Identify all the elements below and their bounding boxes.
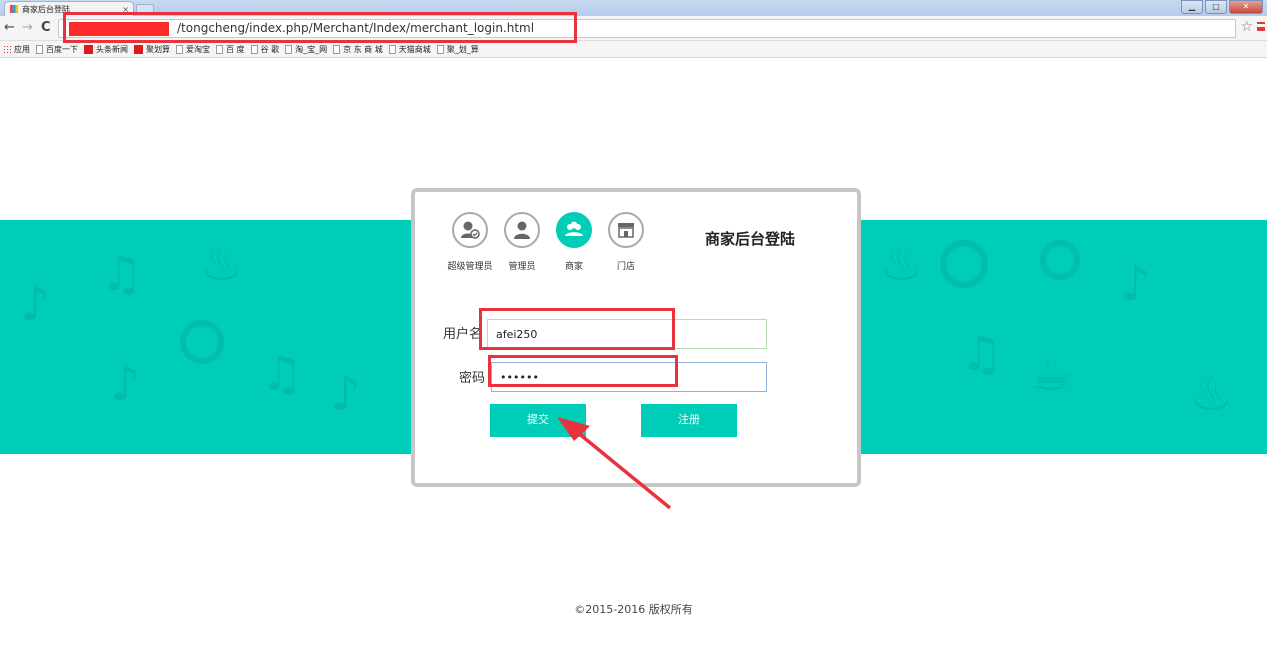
bookmark-star-icon[interactable]: ☆	[1240, 19, 1253, 35]
bookmark-item[interactable]: 谷 歌	[250, 44, 280, 55]
username-label: 用户名	[443, 327, 483, 342]
close-window-button[interactable]: ✕	[1229, 0, 1263, 14]
pattern-glyph-icon: ♪	[1120, 256, 1151, 312]
page-icon	[216, 44, 223, 54]
pattern-glyph-icon: ♨	[880, 236, 924, 292]
username-input[interactable]	[487, 319, 767, 349]
browser-titlebar: 商家后台登陆 × ▁ □ ✕	[0, 0, 1267, 16]
bookmark-label: 聚_划_算	[446, 44, 479, 54]
pattern-ring	[180, 320, 224, 364]
pattern-glyph-icon: ♨	[200, 236, 244, 292]
window-controls: ▁ □ ✕	[1181, 0, 1263, 14]
bookmark-item[interactable]: 百度一下	[36, 44, 78, 55]
login-title: 商家后台登陆	[705, 230, 796, 248]
bookmark-item[interactable]: 京 东 商 城	[333, 44, 383, 55]
bookmarks-bar: 应用 百度一下 头条新闻 聚划算 爱淘宝 百 度 谷 歌 淘_宝_网 京 东 商 城 天猫商城 聚_…	[0, 41, 1267, 58]
page-icon	[333, 44, 341, 54]
browser-tab[interactable]: 商家后台登陆 ×	[4, 1, 134, 16]
apps-icon	[3, 45, 11, 53]
pattern-ring	[1040, 240, 1080, 280]
favicon-icon	[10, 5, 18, 13]
bookmark-label: 爱淘宝	[186, 44, 210, 54]
bookmark-item[interactable]: 聚划算	[134, 44, 170, 55]
bookmark-label: 淘_宝_网	[295, 44, 328, 54]
bookmark-item[interactable]: 天猫商城	[388, 44, 431, 55]
pattern-glyph-icon: ♪	[110, 356, 141, 412]
forward-button[interactable]: →	[22, 20, 33, 36]
back-button[interactable]: ←	[4, 20, 15, 36]
page-icon	[176, 44, 183, 54]
pattern-glyph-icon: ☕	[1030, 346, 1074, 402]
pattern-glyph-icon: ♫	[100, 246, 144, 302]
bookmark-item[interactable]: 应用	[3, 44, 30, 55]
submit-button[interactable]: 提交	[490, 404, 586, 437]
bookmark-label: 百度一下	[46, 44, 78, 54]
pattern-glyph-icon: ♪	[20, 276, 51, 332]
bookmark-label: 天猫商城	[398, 44, 431, 54]
page-icon	[388, 44, 396, 54]
role-label: 超级管理员	[447, 262, 493, 272]
role-admin[interactable]: 管理员	[497, 212, 547, 272]
news-icon	[84, 44, 93, 54]
pattern-glyph-icon: ♫	[260, 346, 304, 402]
role-label: 管理员	[508, 262, 536, 272]
url-text: /tongcheng/index.php/Merchant/Index/merc…	[177, 21, 535, 35]
page-icon	[250, 44, 258, 54]
page-icon	[36, 44, 43, 54]
news-icon	[134, 44, 143, 54]
role-super-admin[interactable]: 超级管理员	[445, 212, 495, 272]
maximize-button[interactable]: □	[1205, 0, 1227, 14]
menu-icon[interactable]	[1257, 22, 1265, 31]
bookmark-item[interactable]: 百 度	[216, 44, 245, 55]
bookmark-item[interactable]: 头条新闻	[84, 44, 128, 55]
role-store[interactable]: 门店	[601, 212, 651, 272]
password-input[interactable]	[491, 362, 767, 392]
merchant-icon	[556, 212, 592, 248]
page-icon	[285, 44, 293, 54]
role-label: 门店	[616, 262, 635, 272]
bookmark-label: 百 度	[226, 44, 245, 54]
password-label: 密码	[459, 371, 486, 386]
minimize-button[interactable]: ▁	[1181, 0, 1203, 14]
bookmark-item[interactable]: 爱淘宝	[176, 44, 210, 55]
tab-title: 商家后台登陆	[22, 4, 70, 14]
role-merchant[interactable]: 商家	[549, 212, 599, 272]
new-tab-button[interactable]	[136, 4, 154, 15]
bookmark-label: 头条新闻	[96, 44, 128, 54]
reload-button[interactable]: C	[41, 20, 51, 36]
store-icon	[608, 212, 644, 248]
bookmark-label: 应用	[14, 44, 30, 54]
role-label: 商家	[564, 262, 583, 272]
register-button[interactable]: 注册	[641, 404, 737, 437]
page-icon	[436, 44, 444, 54]
bookmark-item[interactable]: 聚_划_算	[436, 44, 479, 55]
tab-close-icon[interactable]: ×	[122, 5, 129, 14]
footer-copyright: ©2015-2016 版权所有	[574, 603, 693, 616]
browser-toolbar: ← → C /tongcheng/index.php/Merchant/Inde…	[0, 16, 1267, 41]
pattern-glyph-icon: ♨	[1190, 366, 1234, 422]
login-card: 超级管理员 管理员 商家 门店 商家后台登陆 用户名 afei250 密码 ••…	[411, 188, 861, 487]
pattern-glyph-icon: ♫	[960, 326, 1004, 382]
bookmark-label: 京 东 商 城	[343, 44, 383, 54]
address-bar[interactable]: /tongcheng/index.php/Merchant/Index/merc…	[58, 19, 1236, 38]
bookmark-item[interactable]: 淘_宝_网	[285, 44, 327, 55]
super-admin-icon	[452, 212, 488, 248]
url-redaction	[69, 22, 169, 36]
pattern-glyph-icon: ♪	[330, 366, 361, 422]
admin-icon	[504, 212, 540, 248]
bookmark-label: 聚划算	[146, 44, 170, 54]
bookmark-label: 谷 歌	[260, 44, 280, 54]
pattern-ring	[940, 240, 988, 288]
